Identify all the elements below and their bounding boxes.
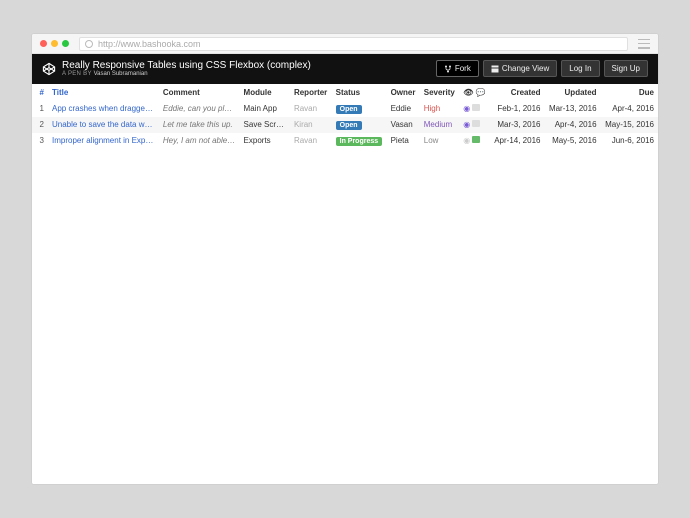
cell-comment: Hey, I am not able t… [159, 133, 240, 149]
signup-label: Sign Up [612, 64, 640, 73]
cell-comment: Let me take this up. [159, 117, 240, 133]
layout-icon [491, 65, 499, 73]
cell-module: Exports [240, 133, 290, 149]
cell-module: Main App [240, 101, 290, 117]
col-module[interactable]: Module [240, 84, 290, 101]
pen-title: Really Responsive Tables using CSS Flexb… [62, 60, 311, 71]
cell-indicators: ◉ [459, 101, 490, 117]
table-row[interactable]: 1App crashes when dragged by ti…Eddie, c… [32, 101, 658, 117]
comment-icon [472, 136, 480, 143]
change-view-button[interactable]: Change View [483, 60, 557, 77]
browser-chrome: http://www.bashooka.com [32, 34, 658, 54]
col-reporter[interactable]: Reporter [290, 84, 332, 101]
login-button[interactable]: Log In [561, 60, 599, 77]
cell-severity: Medium [420, 117, 459, 133]
minimize-icon[interactable] [51, 40, 58, 47]
header-buttons: Fork Change View Log In Sign Up [436, 60, 648, 77]
cell-owner: Eddie [387, 101, 420, 117]
comment-icon [472, 120, 480, 127]
cell-created: Feb-1, 2016 [490, 101, 545, 117]
table-row[interactable]: 3Improper alignment in Export sec…Hey, I… [32, 133, 658, 149]
cell-updated: Mar-13, 2016 [544, 101, 600, 117]
content-area: # Title Comment Module Reporter Status O… [32, 84, 658, 484]
issues-table: # Title Comment Module Reporter Status O… [32, 84, 658, 149]
cell-owner: Vasan [387, 117, 420, 133]
title-block: Really Responsive Tables using CSS Flexb… [62, 60, 311, 78]
close-icon[interactable] [40, 40, 47, 47]
cell-updated: May-5, 2016 [544, 133, 600, 149]
cell-title[interactable]: Unable to save the data when us… [48, 117, 159, 133]
col-owner[interactable]: Owner [387, 84, 420, 101]
cell-updated: Apr-4, 2016 [544, 117, 600, 133]
signup-button[interactable]: Sign Up [604, 60, 648, 77]
fork-label: Fork [455, 64, 471, 73]
window-controls [40, 40, 69, 47]
cell-reporter: Kiran [290, 117, 332, 133]
codepen-header: Really Responsive Tables using CSS Flexb… [32, 54, 658, 84]
col-created[interactable]: Created [490, 84, 545, 101]
cell-status: Open [332, 117, 387, 133]
cell-status: Open [332, 101, 387, 117]
cell-module: Save Screen [240, 117, 290, 133]
cell-num: 2 [32, 117, 48, 133]
cell-due: Apr-4, 2016 [601, 101, 658, 117]
cell-title[interactable]: Improper alignment in Export sec… [48, 133, 159, 149]
col-severity[interactable]: Severity [420, 84, 459, 101]
col-comment[interactable]: Comment [159, 84, 240, 101]
header-left: Really Responsive Tables using CSS Flexb… [42, 60, 311, 78]
change-view-label: Change View [502, 64, 549, 73]
table-row[interactable]: 2Unable to save the data when us…Let me … [32, 117, 658, 133]
menu-icon[interactable] [638, 39, 650, 49]
col-due[interactable]: Due [601, 84, 658, 101]
comment-icon [472, 104, 480, 111]
fork-button[interactable]: Fork [436, 60, 479, 77]
col-indicators[interactable]: 👁 💬 [459, 84, 490, 101]
cell-severity: High [420, 101, 459, 117]
cell-reporter: Ravan [290, 133, 332, 149]
url-bar[interactable]: http://www.bashooka.com [79, 37, 628, 51]
cell-num: 1 [32, 101, 48, 117]
pen-author: A PEN BY Vasan Subramanian [62, 71, 311, 78]
col-title[interactable]: Title [48, 84, 159, 101]
cell-created: Apr-14, 2016 [490, 133, 545, 149]
cell-reporter: Ravan [290, 101, 332, 117]
login-label: Log In [569, 64, 591, 73]
cell-comment: Eddie, can you plea… [159, 101, 240, 117]
browser-window: http://www.bashooka.com Really Responsiv… [31, 33, 659, 485]
cell-severity: Low [420, 133, 459, 149]
table-header-row: # Title Comment Module Reporter Status O… [32, 84, 658, 101]
author-prefix: A PEN BY [62, 71, 94, 77]
col-status[interactable]: Status [332, 84, 387, 101]
col-updated[interactable]: Updated [544, 84, 600, 101]
cell-num: 3 [32, 133, 48, 149]
watch-icon: ◉ [463, 136, 470, 145]
cell-due: Jun-6, 2016 [601, 133, 658, 149]
status-badge: Open [336, 121, 362, 130]
watch-icon: ◉ [463, 120, 470, 129]
cell-due: May-15, 2016 [601, 117, 658, 133]
col-num[interactable]: # [32, 84, 48, 101]
author-name[interactable]: Vasan Subramanian [94, 71, 148, 77]
maximize-icon[interactable] [62, 40, 69, 47]
fork-icon [444, 65, 452, 73]
codepen-icon [42, 62, 56, 76]
globe-icon [85, 40, 93, 48]
cell-status: In Progress [332, 133, 387, 149]
cell-owner: Pieta [387, 133, 420, 149]
cell-indicators: ◉ [459, 117, 490, 133]
status-badge: Open [336, 105, 362, 114]
status-badge: In Progress [336, 137, 383, 146]
cell-indicators: ◉ [459, 133, 490, 149]
watch-icon: ◉ [463, 104, 470, 113]
cell-title[interactable]: App crashes when dragged by ti… [48, 101, 159, 117]
url-text: http://www.bashooka.com [98, 39, 201, 49]
cell-created: Mar-3, 2016 [490, 117, 545, 133]
